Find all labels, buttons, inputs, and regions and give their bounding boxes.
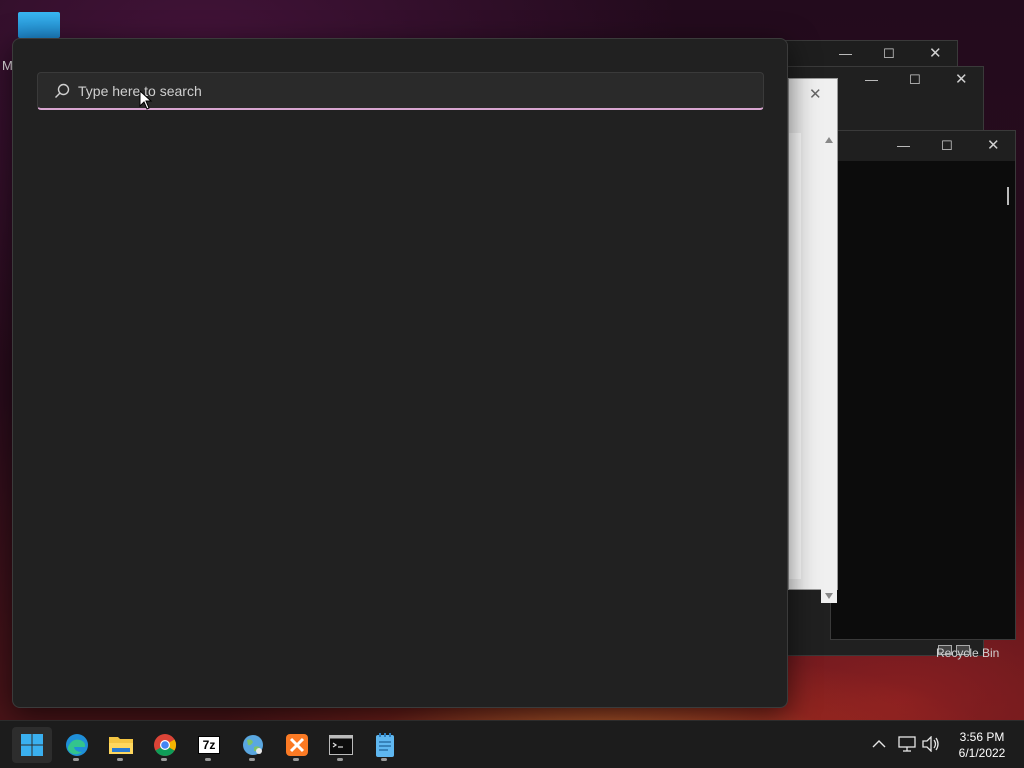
minimize-icon[interactable]: — <box>865 73 878 86</box>
terminal-scrollbar[interactable] <box>1007 187 1009 205</box>
maximize-icon[interactable]: ☐ <box>909 73 921 86</box>
running-indicator <box>337 758 343 761</box>
running-indicator <box>117 758 123 761</box>
chevron-up-icon[interactable] <box>868 733 890 755</box>
xampp-icon <box>286 734 308 756</box>
running-indicator <box>293 758 299 761</box>
taskbar-chrome[interactable] <box>145 727 185 763</box>
scroll-down-icon[interactable] <box>825 593 833 599</box>
folder-icon <box>109 737 133 754</box>
search-icon <box>55 83 70 98</box>
scroll-up-icon[interactable] <box>825 137 833 143</box>
maximize-icon[interactable]: ☐ <box>883 47 895 60</box>
recycle-bin-label[interactable]: Recycle Bin <box>936 646 999 660</box>
close-icon[interactable]: ✕ <box>929 46 942 61</box>
taskbar-network-app[interactable] <box>233 727 273 763</box>
taskbar-xampp[interactable] <box>277 727 317 763</box>
taskbar-edge[interactable] <box>57 727 97 763</box>
terminal-window[interactable]: — ☐ ✕ <box>830 130 1016 640</box>
running-indicator <box>249 758 255 761</box>
clock-date: 6/1/2022 <box>958 746 1006 760</box>
close-icon[interactable]: ✕ <box>987 138 1000 153</box>
search-input[interactable] <box>78 73 738 109</box>
chrome-icon <box>154 734 176 756</box>
taskbar-terminal[interactable] <box>321 727 361 763</box>
clock-time: 3:56 PM <box>959 730 1005 744</box>
volume-icon[interactable] <box>920 733 942 755</box>
running-indicator <box>161 758 167 761</box>
edge-icon <box>66 734 88 756</box>
notepad-icon <box>376 733 394 757</box>
7zip-icon: 7z <box>198 736 220 754</box>
network-icon[interactable] <box>896 733 918 755</box>
maximize-icon[interactable]: ☐ <box>941 139 953 152</box>
minimize-icon[interactable]: — <box>897 139 910 152</box>
globe-icon <box>243 735 263 755</box>
terminal-titlebar[interactable]: — ☐ ✕ <box>831 131 1015 161</box>
search-panel <box>12 38 788 708</box>
close-icon[interactable]: ✕ <box>809 87 822 102</box>
taskbar-7zip[interactable]: 7z <box>189 727 229 763</box>
taskbar: 7z 3:56 PM 6/1/2022 <box>0 720 1024 768</box>
running-indicator <box>205 758 211 761</box>
taskbar-file-explorer[interactable] <box>101 727 141 763</box>
close-icon[interactable]: ✕ <box>955 72 968 87</box>
running-indicator <box>73 758 79 761</box>
dialog-scrollbar[interactable] <box>821 133 837 603</box>
mouse-pointer-icon <box>139 90 153 110</box>
running-indicator <box>381 758 387 761</box>
taskbar-notepad[interactable] <box>365 727 405 763</box>
dialog-content <box>789 133 801 579</box>
dialog-window[interactable]: ✕ <box>788 78 838 603</box>
start-button[interactable] <box>12 727 52 763</box>
windows-logo-icon <box>21 734 43 756</box>
taskbar-clock[interactable]: 3:56 PM 6/1/2022 <box>950 729 1014 761</box>
desktop-folder-icon[interactable] <box>18 12 60 38</box>
minimize-icon[interactable]: — <box>839 47 852 60</box>
7zip-icon-label: 7z <box>202 738 216 752</box>
terminal-icon <box>329 735 353 755</box>
